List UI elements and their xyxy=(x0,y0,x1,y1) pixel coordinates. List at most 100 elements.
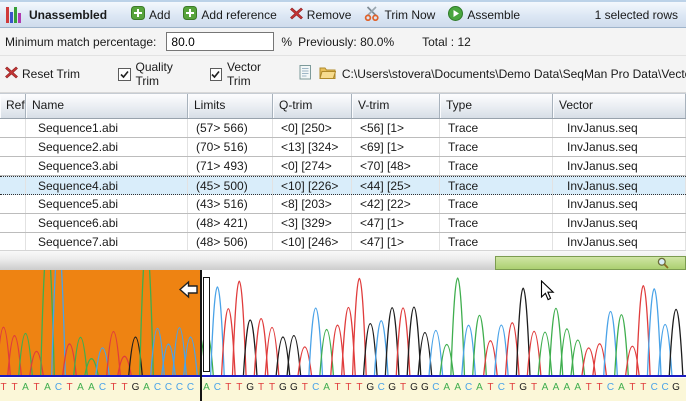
match-percentage-row: Minimum match percentage: % Previously: … xyxy=(0,28,686,56)
trace-zoom-slider[interactable] xyxy=(495,256,686,270)
cell-qtrim: <10] [226> xyxy=(273,177,352,194)
vector-trim-checkbox[interactable] xyxy=(210,68,222,81)
table-row[interactable]: Sequence1.abi(57> 566)<0] [250><56] [1>T… xyxy=(0,119,686,138)
assemble-button[interactable]: Assemble xyxy=(448,6,520,24)
base-letter: C xyxy=(376,382,387,394)
add-button[interactable]: Add xyxy=(131,6,170,23)
table-row[interactable]: Sequence6.abi(48> 421)<3] [329><47] [1>T… xyxy=(0,214,686,233)
base-letter: T xyxy=(485,382,496,394)
base-letter: T xyxy=(627,382,638,394)
reset-trim-button[interactable]: Reset Trim xyxy=(5,66,80,82)
cell-qtrim: <3] [329> xyxy=(273,214,352,232)
min-match-input[interactable] xyxy=(166,32,274,51)
quality-trim-option: Quality Trim xyxy=(118,60,197,88)
cell-limits: (48> 421) xyxy=(188,214,273,232)
base-letter: C xyxy=(152,382,163,394)
previously-text: Previously: 80.0% xyxy=(298,35,394,49)
document-icon[interactable] xyxy=(299,65,312,83)
base-letter: T xyxy=(529,382,540,394)
cell-type: Trace xyxy=(440,233,553,251)
cell-ref xyxy=(0,233,26,251)
quality-trim-checkbox[interactable] xyxy=(118,68,130,81)
cell-name: Sequence1.abi xyxy=(26,119,188,137)
cell-type: Trace xyxy=(440,157,553,175)
column-header-limits[interactable]: Limits xyxy=(188,94,273,118)
base-letter: C xyxy=(430,382,441,394)
trim-now-button[interactable]: Trim Now xyxy=(364,6,435,24)
cell-name: Sequence6.abi xyxy=(26,214,188,232)
base-letter: G xyxy=(245,382,256,394)
cell-limits: (71> 493) xyxy=(188,157,273,175)
cell-ref xyxy=(0,157,26,175)
base-letter: G xyxy=(387,382,398,394)
cell-ref xyxy=(0,119,26,137)
add-reference-button[interactable]: Add reference xyxy=(183,6,276,23)
base-letter: T xyxy=(398,382,409,394)
cell-vtrim: <44] [25> xyxy=(352,177,440,194)
cell-qtrim: <8] [203> xyxy=(273,195,352,213)
base-letter: G xyxy=(288,382,299,394)
total-text: Total : 12 xyxy=(422,35,471,49)
base-letter: C xyxy=(185,382,196,394)
base-letter: C xyxy=(463,382,474,394)
column-header-type[interactable]: Type xyxy=(440,94,553,118)
table-row[interactable]: Sequence2.abi(70> 516)<13] [324><69] [1>… xyxy=(0,138,686,157)
cell-vtrim: <47] [1> xyxy=(352,233,440,251)
table-row[interactable]: Sequence5.abi(43> 516)<8] [203><42] [22>… xyxy=(0,195,686,214)
base-letter: T xyxy=(9,382,20,394)
cell-vector: InvJanus.seq xyxy=(553,233,686,251)
cell-vtrim: <56] [1> xyxy=(352,119,440,137)
magnifier-icon xyxy=(657,257,669,269)
base-letter: A xyxy=(550,382,561,394)
trim-boundary-handle[interactable] xyxy=(203,277,210,372)
base-letter: G xyxy=(671,382,682,394)
base-letter: T xyxy=(119,382,130,394)
column-header-ref[interactable]: Ref xyxy=(0,94,26,118)
base-letter: C xyxy=(212,382,223,394)
trace-peaks xyxy=(0,270,686,377)
table-row[interactable]: Sequence4.abi(45> 500)<10] [226><44] [25… xyxy=(0,176,686,195)
cell-limits: (57> 566) xyxy=(188,119,273,137)
base-letter: T xyxy=(234,382,245,394)
base-letter: T xyxy=(594,382,605,394)
base-letter: C xyxy=(163,382,174,394)
grid-body: Sequence1.abi(57> 566)<0] [250><56] [1>T… xyxy=(0,119,686,252)
column-header-name[interactable]: Name xyxy=(26,94,188,118)
column-header-vector[interactable]: Vector xyxy=(553,94,686,118)
remove-button[interactable]: Remove xyxy=(290,7,352,23)
base-letter: T xyxy=(299,382,310,394)
cell-vector: InvJanus.seq xyxy=(553,177,686,194)
cell-vtrim: <47] [1> xyxy=(352,214,440,232)
base-letter: G xyxy=(518,382,529,394)
base-letter: T xyxy=(0,382,9,394)
column-header-vtrim[interactable]: V-trim xyxy=(352,94,440,118)
sequence-table: Ref Name Limits Q-trim V-trim Type Vecto… xyxy=(0,93,686,252)
scissors-icon xyxy=(364,6,380,24)
cell-name: Sequence2.abi xyxy=(26,138,188,156)
base-letter: C xyxy=(660,382,671,394)
base-letter: A xyxy=(20,382,31,394)
cell-limits: (48> 506) xyxy=(188,233,273,251)
cell-vector: InvJanus.seq xyxy=(553,214,686,232)
base-letter: T xyxy=(354,382,365,394)
base-letters: TTATACTAACTTGACCCCACTTGTTGGTCATTTGCGTGGC… xyxy=(0,378,686,401)
base-letter: G xyxy=(408,382,419,394)
open-folder-icon[interactable] xyxy=(319,66,336,82)
base-letter: A xyxy=(452,382,463,394)
cell-type: Trace xyxy=(440,119,553,137)
reset-x-icon xyxy=(5,66,18,82)
play-icon xyxy=(448,6,463,24)
mouse-cursor-icon xyxy=(540,280,555,305)
base-letter: A xyxy=(75,382,86,394)
base-letter: T xyxy=(332,382,343,394)
base-letter: T xyxy=(64,382,75,394)
base-letter: T xyxy=(223,382,234,394)
column-header-qtrim[interactable]: Q-trim xyxy=(273,94,352,118)
trim-arrow-left-icon[interactable] xyxy=(178,279,199,303)
cell-qtrim: <13] [324> xyxy=(273,138,352,156)
chromatogram-app-icon xyxy=(6,6,21,23)
table-row[interactable]: Sequence3.abi(71> 493)<0] [274><70] [48>… xyxy=(0,157,686,176)
base-letter: C xyxy=(496,382,507,394)
cell-limits: (70> 516) xyxy=(188,138,273,156)
base-letter: A xyxy=(441,382,452,394)
